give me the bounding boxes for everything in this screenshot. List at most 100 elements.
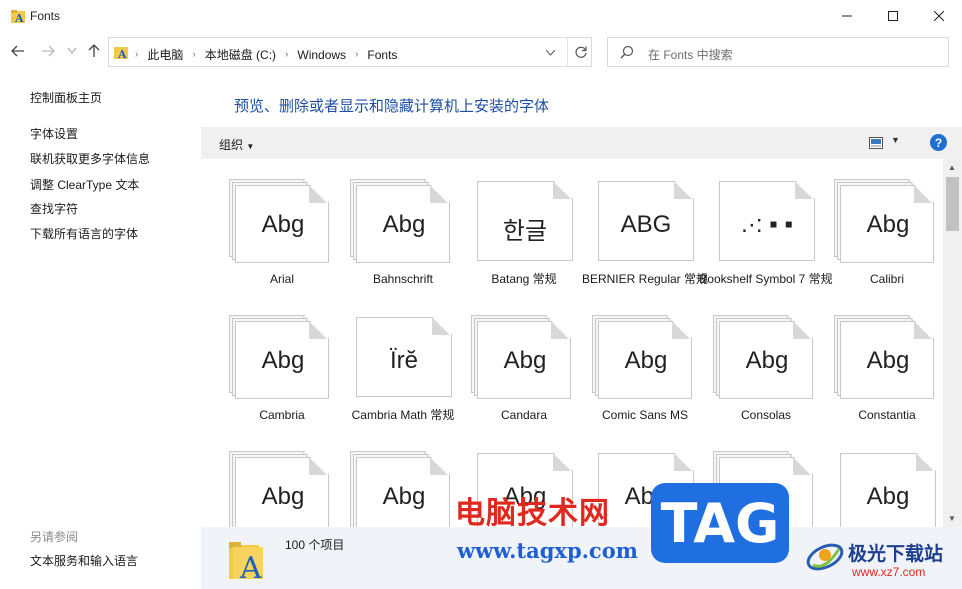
control-panel-home-link[interactable]: 控制面板主页 [30,89,102,106]
refresh-button[interactable] [567,38,593,66]
font-settings-link[interactable]: 字体设置 [30,125,78,142]
address-dropdown-button[interactable] [541,44,559,62]
see-also-heading: 另请参阅 [30,530,79,544]
chevron-right-icon: › [135,49,139,60]
svg-text:A: A [117,48,127,60]
chevron-right-icon[interactable]: › [355,49,358,60]
font-name-label: Cambria [259,408,305,422]
font-sample-text: Abg [866,211,910,238]
font-name-label: Candara [500,408,548,422]
svg-text:A: A [239,551,262,581]
title-bar: A Fonts [0,0,962,32]
font-sample-text: Abg [261,347,305,374]
download-all-fonts-link[interactable]: 下载所有语言的字体 [30,225,138,242]
chevron-right-icon[interactable]: › [285,49,288,60]
vertical-scrollbar[interactable]: ▲ ▼ [943,159,962,527]
chevron-right-icon[interactable]: › [192,49,195,60]
back-button[interactable] [8,41,28,61]
font-name-label: Arial [269,272,294,286]
font-name-label: Bookshelf Symbol 7 常规 [699,272,833,286]
watermark-site-url: www.tagxp.com [457,538,638,563]
breadcrumb-item-this-pc[interactable]: 此电脑 [147,46,183,63]
breadcrumb-item-windows[interactable]: Windows [297,48,346,62]
minimize-icon [842,15,852,17]
font-tile[interactable]: Abg Calibri [820,167,941,303]
page-title: 预览、删除或者显示和隐藏计算机上安装的字体 [234,98,550,115]
font-tile[interactable]: Abg Comic Sans MS [578,303,699,439]
breadcrumb-item-local-disk[interactable]: 本地磁盘 (C:) [205,46,276,63]
font-sample-text: 한글 [502,218,548,245]
address-row: A › 此电脑 › 本地磁盘 (C:) › Windows › Fonts 在 … [0,34,962,68]
chevron-down-icon [545,50,555,56]
find-character-link[interactable]: 查找字符 [30,200,78,217]
watermark-tag-logo: TAG [651,483,789,563]
font-sample-text: Abg [382,483,426,510]
watermark-jiguang-name: 极光下载站 [848,543,944,565]
font-tile[interactable]: .·: ▪ ▪ Bookshelf Symbol 7 常规 [699,167,833,303]
left-task-pane: 控制面板主页 字体设置 联机获取更多字体信息 调整 ClearType 文本 查… [0,72,200,589]
chevron-down-icon [68,48,76,54]
font-sample-text: .·: ▪ ▪ [741,211,793,238]
font-name-label: Cambria Math 常规 [351,408,455,422]
fonts-folder-icon: A [114,47,128,60]
get-more-fonts-online-link[interactable]: 联机获取更多字体信息 [30,150,150,167]
maximize-icon [888,11,898,21]
font-tile[interactable]: Abg [215,439,336,527]
font-sample-text: Abg [866,483,910,510]
font-name-label: Comic Sans MS [601,408,689,422]
organize-menu-button[interactable]: 组织 ▼ [219,136,254,153]
breadcrumb: › 此电脑 › 本地磁盘 (C:) › Windows › Fonts [135,46,397,63]
font-tile[interactable]: Abg Arial [215,167,336,303]
svg-text:A: A [14,12,24,24]
font-name-label: Calibri [869,272,904,286]
font-sample-text: Abg [261,483,305,510]
arrow-right-icon [42,45,55,57]
close-button[interactable] [916,0,962,32]
search-box[interactable]: 在 Fonts 中搜索 [607,37,949,67]
font-tile[interactable]: Abg Constantia [820,303,941,439]
fonts-grid: Abg Arial Abg Bahnschrift 한글 Batang 常规 ABG BERN… [201,159,942,527]
watermark-site-cn: 电脑技术网 [455,496,610,531]
help-icon[interactable]: ? [930,134,947,151]
scroll-up-icon[interactable]: ▲ [948,163,956,172]
watermark-jiguang-url: www.xz7.com [852,565,926,579]
font-sample-text: Abg [382,211,426,238]
font-sample-text: Abg [503,347,547,374]
font-tile[interactable]: Abg [336,439,457,527]
minimize-button[interactable] [824,0,870,32]
view-options-icon[interactable] [869,137,883,149]
search-input[interactable]: 在 Fonts 中搜索 [648,46,733,63]
arrow-left-icon [11,45,24,57]
font-tile[interactable]: 한글 Batang 常规 [457,167,578,303]
font-sample-text: Abg [261,211,305,238]
fonts-folder-icon: A [11,10,25,24]
search-icon [620,45,634,59]
forward-button[interactable] [38,41,58,61]
font-tile[interactable]: ABG BERNIER Regular 常规 [578,167,708,303]
font-sample-text: Abg [866,347,910,374]
close-icon [934,11,944,21]
address-bar[interactable]: A › 此电脑 › 本地磁盘 (C:) › Windows › Fonts [108,37,592,67]
font-name-label: Constantia [858,408,916,422]
font-name-label: Bahnschrift [372,272,434,286]
breadcrumb-item-fonts[interactable]: Fonts [367,48,397,62]
scroll-down-icon[interactable]: ▼ [948,514,956,523]
up-button[interactable] [84,41,104,61]
watermark-jiguang-logo-icon [806,543,844,571]
scrollbar-thumb[interactable] [946,177,959,231]
recent-locations-button[interactable] [62,41,82,61]
text-services-link[interactable]: 文本服务和输入语言 [30,552,138,569]
chevron-down-icon: ▼ [246,142,255,151]
font-tile[interactable]: Abg [820,439,941,527]
font-tile[interactable]: Abg Consolas [699,303,820,439]
font-tile[interactable]: Abg Cambria [215,303,336,439]
font-tile[interactable]: Ïrĕ Cambria Math 常规 [336,303,457,439]
adjust-cleartype-link[interactable]: 调整 ClearType 文本 [30,176,139,193]
maximize-button[interactable] [870,0,916,32]
font-tile[interactable]: Abg Candara [457,303,578,439]
view-dropdown-button[interactable]: ▼ [891,135,900,145]
font-name-label: BERNIER Regular 常规 [581,272,709,286]
font-name-label: Consolas [740,408,792,422]
font-tile[interactable]: Abg Bahnschrift [336,167,457,303]
arrow-up-icon [88,44,100,57]
